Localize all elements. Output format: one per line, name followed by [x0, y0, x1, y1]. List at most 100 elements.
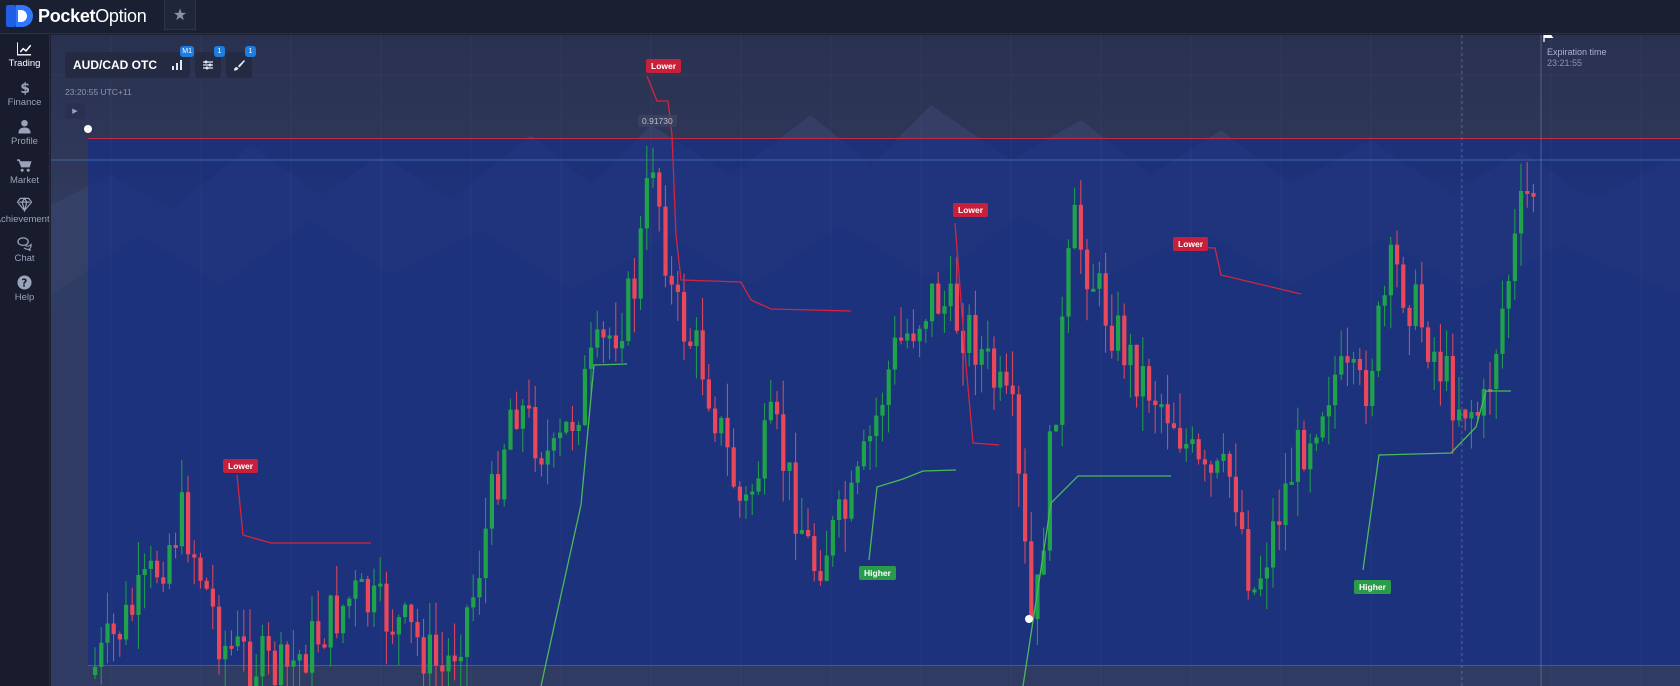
- candle-body: [372, 585, 377, 613]
- candle-body: [1078, 204, 1083, 250]
- candle-body: [1085, 249, 1090, 290]
- candle-body: [471, 597, 476, 608]
- candle-body: [1506, 280, 1511, 309]
- candle-body: [1190, 439, 1195, 444]
- candle-body: [477, 578, 482, 598]
- candle-body: [1258, 578, 1263, 590]
- candle-body: [787, 462, 792, 471]
- candle-body: [1512, 233, 1517, 281]
- candle-body: [638, 228, 643, 299]
- sidebar-item-achievements[interactable]: Achievements: [0, 191, 49, 230]
- candle-body: [1438, 351, 1443, 382]
- candle-body: [1444, 355, 1449, 382]
- deal-label-lower[interactable]: Lower: [1173, 237, 1209, 251]
- candle-body: [452, 655, 457, 662]
- candle-body: [793, 462, 798, 534]
- candle-body: [1159, 404, 1164, 408]
- candle-body: [1413, 284, 1418, 327]
- candle-body: [1178, 428, 1183, 449]
- chart-area[interactable]: AUD/CAD OTC ▼ M1 1 1 23:20:55 UTC+11 ▶ 0…: [51, 35, 1680, 686]
- favorites-button[interactable]: ★: [164, 0, 196, 30]
- candle-body: [601, 329, 606, 338]
- candle-body: [508, 409, 513, 450]
- candle-body: [874, 415, 879, 437]
- candle-body: [483, 528, 488, 579]
- candle-body: [254, 676, 259, 686]
- candle-body: [1202, 459, 1207, 465]
- timeframe-button[interactable]: M1: [164, 46, 194, 78]
- deal-label-lower[interactable]: Lower: [223, 459, 259, 473]
- deal-label-higher[interactable]: Higher: [1354, 580, 1391, 594]
- candle-body: [291, 660, 296, 667]
- candle-body: [347, 598, 352, 607]
- candle-body: [812, 536, 817, 572]
- candle-body: [1333, 374, 1338, 406]
- candle-body: [657, 172, 662, 207]
- candle-body: [167, 545, 172, 584]
- candle-body: [303, 654, 308, 673]
- candle-body: [818, 571, 823, 581]
- sliders-icon: [203, 60, 213, 70]
- drawings-button[interactable]: 1: [226, 46, 256, 78]
- candle-body: [1010, 385, 1015, 395]
- candle-body: [669, 275, 674, 285]
- sidebar-item-market[interactable]: Market: [0, 152, 49, 191]
- sidebar-item-chat[interactable]: Chat: [0, 230, 49, 269]
- candle-body: [930, 283, 935, 322]
- candle-body: [706, 379, 711, 409]
- candle-body: [111, 623, 116, 635]
- candle-body: [465, 607, 470, 657]
- candle-body: [161, 577, 166, 584]
- sidebar-item-profile[interactable]: Profile: [0, 113, 49, 152]
- candle-body: [341, 606, 346, 634]
- candle-body: [1345, 356, 1350, 363]
- deal-label-lower[interactable]: Lower: [646, 59, 682, 73]
- candle-body: [384, 583, 389, 632]
- candle-body: [440, 665, 445, 672]
- candle-body: [266, 636, 271, 651]
- deal-label-lower[interactable]: Lower: [953, 203, 989, 217]
- expand-panel-button[interactable]: ▶: [65, 103, 85, 119]
- candle-body: [886, 369, 891, 406]
- candle-body: [527, 405, 532, 409]
- candle-body: [899, 337, 904, 341]
- indicators-button[interactable]: 1: [195, 46, 225, 78]
- candle-body: [756, 478, 761, 492]
- candle-body: [1122, 315, 1127, 366]
- candle-body: [799, 530, 804, 534]
- candle-body: [1494, 353, 1499, 390]
- candle-body: [396, 617, 401, 635]
- candle-body: [688, 341, 693, 347]
- zone-handle-bottom[interactable]: [1025, 615, 1033, 623]
- zone-handle-top[interactable]: [84, 125, 92, 133]
- logo[interactable]: PocketOption: [6, 3, 147, 29]
- candle-body: [545, 450, 550, 465]
- indicators-badge: 1: [214, 46, 225, 57]
- sidebar-item-finance[interactable]: $ Finance: [0, 74, 49, 113]
- candle-body: [1525, 190, 1530, 194]
- candle-body: [1171, 423, 1176, 429]
- candle-body: [1277, 521, 1282, 525]
- candle-body: [1326, 405, 1331, 417]
- candle-body: [570, 421, 575, 431]
- sidebar-item-trading[interactable]: Trading: [0, 35, 49, 74]
- candle-body: [1196, 439, 1201, 460]
- candle-body: [359, 578, 364, 582]
- asset-selector[interactable]: AUD/CAD OTC ▼: [65, 52, 179, 78]
- candle-body: [415, 622, 420, 638]
- candlestick-chart[interactable]: [51, 35, 1680, 686]
- sidebar-item-help[interactable]: ? Help: [0, 269, 49, 308]
- candle-body: [880, 405, 885, 416]
- candle-body: [948, 283, 953, 307]
- candle-body: [1116, 315, 1121, 351]
- candle-body: [1308, 443, 1313, 470]
- candle-body: [260, 636, 265, 677]
- candle-body: [713, 408, 718, 434]
- candle-body: [917, 328, 922, 342]
- candle-body: [279, 644, 284, 686]
- candle-body: [1339, 356, 1344, 375]
- candle-body: [353, 580, 358, 599]
- candle-body: [93, 666, 98, 675]
- deal-label-higher[interactable]: Higher: [859, 566, 896, 580]
- candle-body: [421, 637, 426, 674]
